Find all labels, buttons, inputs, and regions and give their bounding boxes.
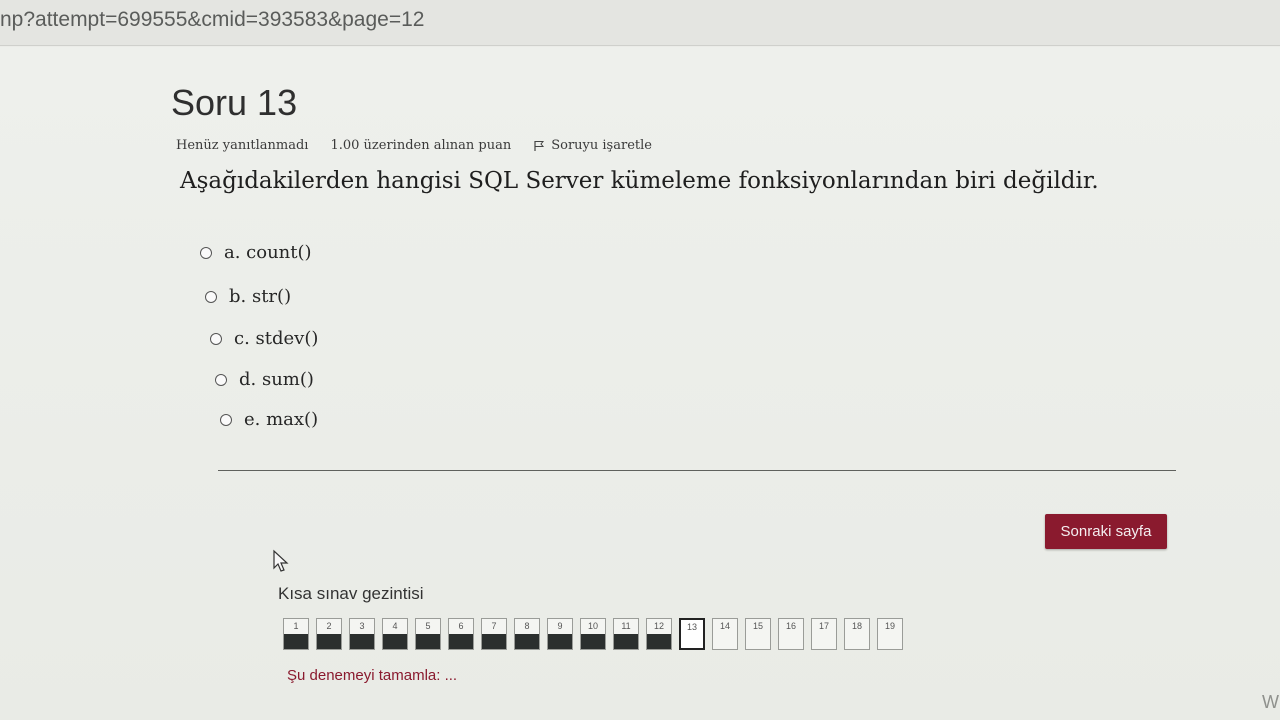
nav-button-14[interactable]: 14 [712, 618, 738, 650]
next-page-button[interactable]: Sonraki sayfa [1045, 514, 1167, 549]
flag-label: Soruyu işaretle [551, 138, 652, 153]
url-text[interactable]: np?attempt=699555&cmid=393583&page=12 [0, 8, 424, 32]
corner-text: W [1262, 692, 1279, 712]
quiz-navigation-title: Kısa sınav gezintisi [278, 584, 424, 603]
option-label: d. sum() [239, 369, 314, 390]
option-label: c. stdev() [234, 328, 319, 349]
radio-button[interactable] [205, 290, 217, 303]
nav-button-16[interactable]: 16 [778, 618, 804, 650]
nav-button-4[interactable]: 4 [382, 618, 408, 650]
question-title: Soru 13 [171, 82, 298, 123]
radio-button[interactable] [215, 373, 227, 386]
flag-icon [534, 140, 545, 151]
nav-button-10[interactable]: 10 [580, 618, 606, 650]
option-label: a. count() [224, 242, 312, 263]
question-status: Henüz yanıtlanmadı [176, 138, 309, 153]
nav-button-2[interactable]: 2 [316, 618, 342, 650]
question-info: Henüz yanıtlanmadı 1.00 üzerinden alınan… [176, 138, 696, 153]
flag-question-link[interactable]: Soruyu işaretle [533, 138, 674, 153]
nav-button-11[interactable]: 11 [613, 618, 639, 650]
divider [218, 470, 1176, 471]
nav-button-7[interactable]: 7 [481, 618, 507, 650]
nav-button-15[interactable]: 15 [745, 618, 771, 650]
nav-button-13[interactable]: 13 [679, 618, 705, 650]
radio-button[interactable] [200, 246, 212, 259]
address-bar[interactable]: np?attempt=699555&cmid=393583&page=12 [0, 0, 1280, 46]
option-b[interactable]: b. str() [205, 286, 291, 307]
option-a[interactable]: a. count() [200, 242, 312, 263]
nav-button-1[interactable]: 1 [283, 618, 309, 650]
radio-button[interactable] [220, 413, 232, 426]
nav-button-19[interactable]: 19 [877, 618, 903, 650]
option-e[interactable]: e. max() [220, 409, 318, 430]
question-text: Aşağıdakilerden hangisi SQL Server kümel… [180, 168, 1099, 194]
nav-button-18[interactable]: 18 [844, 618, 870, 650]
option-label: e. max() [244, 409, 319, 430]
nav-button-9[interactable]: 9 [547, 618, 573, 650]
question-points: 1.00 üzerinden alınan puan [330, 138, 512, 153]
finish-attempt-link[interactable]: Şu denemeyi tamamla: ... [287, 667, 457, 684]
nav-button-8[interactable]: 8 [514, 618, 540, 650]
option-d[interactable]: d. sum() [215, 369, 314, 390]
mouse-cursor-icon [273, 549, 289, 572]
nav-button-5[interactable]: 5 [415, 618, 441, 650]
option-label: b. str() [229, 286, 292, 307]
nav-button-17[interactable]: 17 [811, 618, 837, 650]
nav-button-12[interactable]: 12 [646, 618, 672, 650]
nav-button-3[interactable]: 3 [349, 618, 375, 650]
radio-button[interactable] [210, 332, 222, 345]
nav-button-6[interactable]: 6 [448, 618, 474, 650]
option-c[interactable]: c. stdev() [210, 328, 318, 349]
